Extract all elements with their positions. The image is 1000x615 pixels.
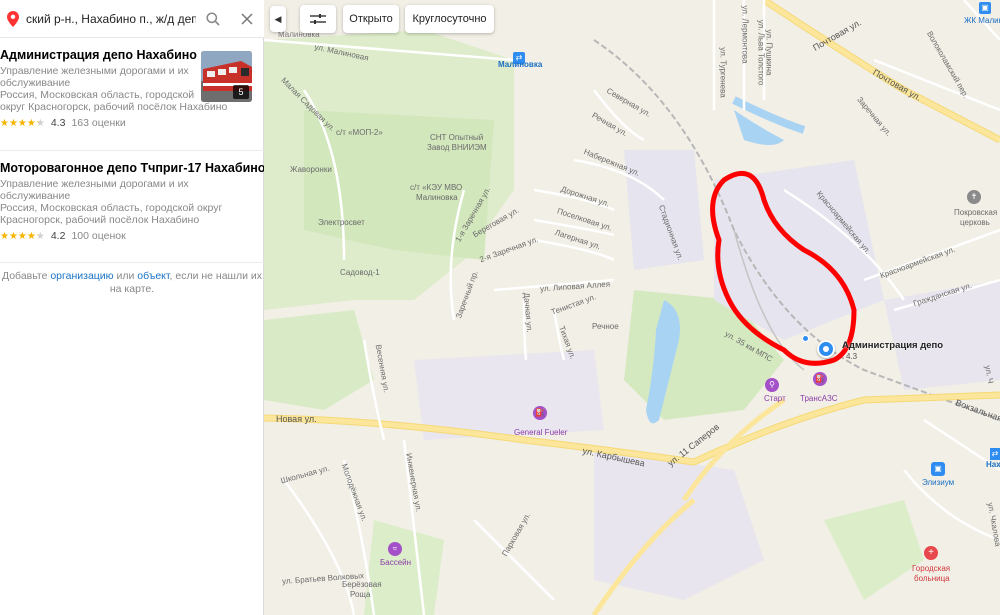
map-label: ул. Пушкина xyxy=(764,29,774,76)
reviews-count[interactable]: 100 оценок xyxy=(71,230,125,242)
selected-place-label[interactable]: Администрация депо xyxy=(842,340,943,351)
map-label: Садовод-1 xyxy=(340,268,380,277)
add-object-note: Добавьте организацию или объект, если не… xyxy=(0,270,264,296)
filter-chip-24h[interactable]: Круглосуточно xyxy=(405,5,494,33)
chevron-left-icon: ◀ xyxy=(274,13,282,24)
selected-place-pin[interactable] xyxy=(817,340,835,358)
result-category: Управление железными дорогами и их обслу… xyxy=(0,178,264,202)
rating-value: 4.2 xyxy=(50,230,66,242)
map-label: СНТ Опытный xyxy=(430,133,484,142)
map-label: Нах xyxy=(986,460,1000,469)
hospital-icon[interactable]: + xyxy=(924,546,938,560)
map-label: ЖК Малина xyxy=(964,16,1000,25)
photo-count-badge: 5 xyxy=(233,85,249,99)
map-label: Старт xyxy=(764,394,786,403)
result-category-line: Управление железными дорогами и их xyxy=(0,178,189,190)
train-station-icon[interactable]: ⇄ xyxy=(990,448,1000,460)
results-sidebar: ский р-н., Нахабино п., ж/д депо Админис… xyxy=(0,0,264,615)
filter-chip-open[interactable]: Открыто xyxy=(343,5,399,33)
map-label: ТрансАЗС xyxy=(800,394,838,403)
fuel-station-icon[interactable]: ⛽ xyxy=(533,406,547,420)
map-label: церковь xyxy=(960,218,990,227)
close-icon[interactable] xyxy=(234,6,260,32)
map-label: ул. Тургенева xyxy=(718,47,728,98)
result-rating: ★★★★★ 4.2 100 оценок xyxy=(0,230,264,242)
result-title[interactable]: Моторовагонное депо Тчприг-17 Нахабино xyxy=(0,160,264,176)
reviews-count[interactable]: 163 оценки xyxy=(71,117,125,129)
result-address-line: Россия, Московская область, городской ок… xyxy=(0,202,223,214)
results-divider xyxy=(0,262,264,263)
result-rating: ★★★★★ 4.3 163 оценки xyxy=(0,117,264,129)
rating-stars-icon: ★★★★★ xyxy=(0,117,45,129)
rating-value: 4.3 xyxy=(50,117,66,129)
map-label: Малиновка xyxy=(498,60,543,69)
map-label: Новая ул. xyxy=(276,414,317,424)
result-address-line: Красногорск, рабочий посёлок Нахабино xyxy=(0,214,200,226)
map-label: Жаворонки xyxy=(290,165,332,174)
map-label: с/т «МОП-2» xyxy=(336,128,383,137)
add-organization-link[interactable]: организацию xyxy=(50,270,113,282)
search-input[interactable]: ский р-н., Нахабино п., ж/д депо xyxy=(26,12,196,26)
place-dot[interactable] xyxy=(802,335,809,342)
map-label: Покровская xyxy=(954,208,998,217)
map-svg xyxy=(264,0,1000,615)
map-label: Городская xyxy=(912,564,951,573)
mall-icon[interactable]: ▣ xyxy=(931,462,945,476)
map-label: Малиновка xyxy=(416,193,458,202)
map-label: Роща xyxy=(350,590,371,599)
map-label: Элизиум xyxy=(922,478,955,487)
result-item[interactable]: Моторовагонное депо Тчприг-17 Нахабино У… xyxy=(0,160,264,260)
result-category-line: обслуживание xyxy=(0,190,71,202)
results-divider xyxy=(0,150,264,151)
map-label: ул. Лермонтова xyxy=(740,5,750,64)
rating-stars-icon: ★★★★★ xyxy=(0,230,45,242)
app-root: ский р-н., Нахабино п., ж/д депо Админис… xyxy=(0,0,1000,615)
add-note-text: Добавьте xyxy=(1,270,51,282)
map-label: General Fueler xyxy=(514,428,568,437)
result-address: Россия, Московская область, городской ок… xyxy=(0,202,264,226)
map-label: Речное xyxy=(592,322,619,331)
residential-complex-icon[interactable]: ▣ xyxy=(979,2,991,14)
church-icon[interactable]: ✝ xyxy=(967,190,981,204)
map-label: Бассейн xyxy=(380,558,412,567)
add-note-text: или xyxy=(113,270,138,282)
collapse-panel-button[interactable]: ◀ xyxy=(270,6,286,32)
pool-icon[interactable]: ≈ xyxy=(388,542,402,556)
filters-button[interactable] xyxy=(300,5,336,33)
fuel-station-icon[interactable]: ⛽ xyxy=(813,372,827,386)
search-icon[interactable] xyxy=(200,6,226,32)
map-label: больница xyxy=(914,574,950,583)
result-photo[interactable]: 5 xyxy=(201,51,252,102)
add-object-link[interactable]: объект xyxy=(137,270,169,282)
map-label: Завод ВНИИЭМ xyxy=(427,143,487,152)
map-canvas[interactable]: ⚲ ⛽ ⛽ ≈ ▣ + ✝ ⇄ ▣ ⇄ Малиновка Малиновка … xyxy=(264,0,1000,615)
map-label: с/т «КЭУ МВО xyxy=(410,183,463,192)
filter-sliders-icon xyxy=(310,14,326,24)
search-box[interactable]: ский р-н., Нахабино п., ж/д депо xyxy=(0,0,264,38)
selected-place-rating: 4.3 xyxy=(846,352,858,361)
result-item[interactable]: Администрация депо Нахабино Управление ж… xyxy=(0,47,264,147)
result-address-line: округ Красногорск, рабочий посёлок Нахаб… xyxy=(0,101,228,113)
map-label: Берёзовая xyxy=(342,580,382,589)
location-pin-icon xyxy=(2,0,24,38)
sport-poi-icon[interactable]: ⚲ xyxy=(765,378,779,392)
map-label: Электросвет xyxy=(318,218,365,227)
